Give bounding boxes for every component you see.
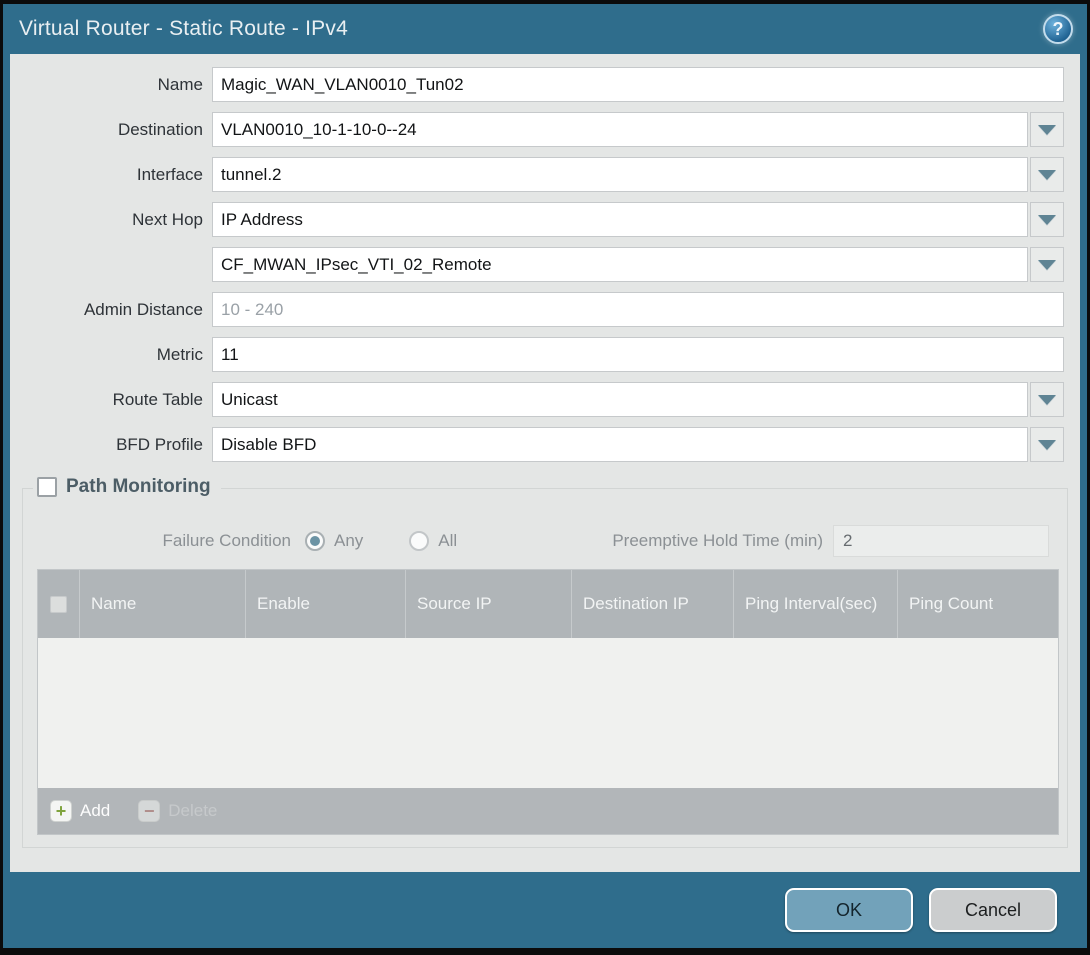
destination-label: Destination (16, 112, 212, 147)
title-bar: Virtual Router - Static Route - IPv4 ? (3, 4, 1087, 54)
name-input[interactable] (212, 67, 1064, 102)
next-hop-row: Next Hop (16, 202, 1064, 237)
chevron-down-icon (1038, 395, 1056, 405)
chevron-down-icon (1038, 170, 1056, 180)
column-header-destination-ip[interactable]: Destination IP (572, 570, 734, 638)
column-header-source-ip[interactable]: Source IP (406, 570, 572, 638)
minus-icon: − (138, 800, 160, 822)
next-hop-address-label (16, 247, 212, 282)
dialog-footer: OK Cancel (3, 872, 1087, 948)
next-hop-address-dropdown-button[interactable] (1030, 247, 1064, 282)
dialog-frame: Virtual Router - Static Route - IPv4 ? N… (3, 4, 1087, 948)
table-header-row: Name Enable Source IP Destination IP Pin… (38, 570, 1058, 638)
dialog-body: Name Destination Interface (10, 54, 1080, 872)
path-monitoring-title: Path Monitoring (66, 476, 211, 498)
path-monitoring-legend: Path Monitoring (33, 476, 221, 498)
column-header-enable[interactable]: Enable (246, 570, 406, 638)
interface-dropdown-button[interactable] (1030, 157, 1064, 192)
metric-row: Metric (16, 337, 1064, 372)
plus-icon: + (50, 800, 72, 822)
next-hop-type-input[interactable] (212, 202, 1028, 237)
route-table-dropdown-button[interactable] (1030, 382, 1064, 417)
preemptive-hold-time-input[interactable] (833, 525, 1049, 557)
admin-distance-input[interactable] (212, 292, 1064, 327)
chevron-down-icon (1038, 125, 1056, 135)
failure-condition-row: Failure Condition Any All Preemptive Hol… (37, 523, 1061, 559)
metric-label: Metric (16, 337, 212, 372)
interface-label: Interface (16, 157, 212, 192)
admin-distance-label: Admin Distance (16, 292, 212, 327)
chevron-down-icon (1038, 215, 1056, 225)
bfd-profile-label: BFD Profile (16, 427, 212, 462)
route-table-input[interactable] (212, 382, 1028, 417)
ok-button[interactable]: OK (785, 888, 913, 932)
chevron-down-icon (1038, 440, 1056, 450)
delete-button: − Delete (138, 800, 217, 822)
failure-condition-any-radio[interactable] (305, 531, 325, 551)
bfd-profile-input[interactable] (212, 427, 1028, 462)
failure-condition-all-label: All (438, 531, 457, 551)
admin-distance-row: Admin Distance (16, 292, 1064, 327)
cancel-button[interactable]: Cancel (929, 888, 1057, 932)
select-all-checkbox[interactable] (50, 596, 67, 613)
path-monitoring-checkbox[interactable] (37, 477, 57, 497)
destination-dropdown-button[interactable] (1030, 112, 1064, 147)
bfd-profile-dropdown-button[interactable] (1030, 427, 1064, 462)
next-hop-address-input[interactable] (212, 247, 1028, 282)
name-label: Name (16, 67, 212, 102)
destination-row: Destination (16, 112, 1064, 147)
next-hop-type-dropdown-button[interactable] (1030, 202, 1064, 237)
bfd-profile-row: BFD Profile (16, 427, 1064, 462)
column-header-ping-interval[interactable]: Ping Interval(sec) (734, 570, 898, 638)
dialog-title: Virtual Router - Static Route - IPv4 (19, 17, 348, 41)
route-table-row: Route Table (16, 382, 1064, 417)
interface-input[interactable] (212, 157, 1028, 192)
interface-row: Interface (16, 157, 1064, 192)
failure-condition-any-label: Any (334, 531, 363, 551)
table-body-empty (38, 638, 1058, 788)
static-route-form: Name Destination Interface (10, 54, 1080, 466)
route-table-label: Route Table (16, 382, 212, 417)
path-monitoring-table: Name Enable Source IP Destination IP Pin… (37, 569, 1059, 835)
metric-input[interactable] (212, 337, 1064, 372)
path-monitoring-section: Path Monitoring Failure Condition Any Al… (22, 488, 1068, 848)
name-row: Name (16, 67, 1064, 102)
select-all-cell (38, 570, 80, 638)
add-button-label: Add (80, 801, 110, 821)
failure-condition-label: Failure Condition (37, 531, 305, 551)
delete-button-label: Delete (168, 801, 217, 821)
table-toolbar: + Add − Delete (38, 788, 1058, 834)
destination-input[interactable] (212, 112, 1028, 147)
add-button[interactable]: + Add (50, 800, 110, 822)
dialog-window: Virtual Router - Static Route - IPv4 ? N… (0, 0, 1090, 955)
chevron-down-icon (1038, 260, 1056, 270)
column-header-name[interactable]: Name (80, 570, 246, 638)
next-hop-address-row (16, 247, 1064, 282)
next-hop-label: Next Hop (16, 202, 212, 237)
help-icon[interactable]: ? (1043, 14, 1073, 44)
preemptive-hold-time-label: Preemptive Hold Time (min) (612, 531, 833, 551)
failure-condition-all-radio[interactable] (409, 531, 429, 551)
column-header-ping-count[interactable]: Ping Count (898, 570, 1058, 638)
